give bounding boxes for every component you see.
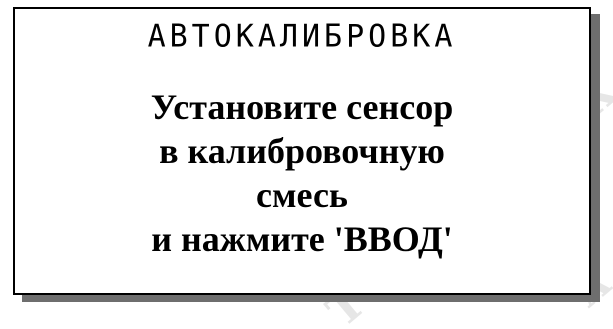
message-line-2: в калибровочную bbox=[159, 131, 445, 171]
message-line-4: и нажмите 'ВВОД' bbox=[151, 219, 453, 259]
dialog-title: АВТОКАЛИБРОВКА bbox=[147, 18, 457, 55]
message-line-1: Установите сенсор bbox=[150, 87, 454, 127]
autocalibration-dialog: АВТОКАЛИБРОВКА Установите сенсор в калиб… bbox=[13, 7, 591, 295]
message-line-3: смесь bbox=[256, 175, 348, 215]
screen: Т О М А Т И К А А В А АВТОКАЛИБРОВКА Уст… bbox=[0, 0, 613, 329]
dialog-message: Установите сенсор в калибровочную смесь … bbox=[15, 85, 589, 261]
